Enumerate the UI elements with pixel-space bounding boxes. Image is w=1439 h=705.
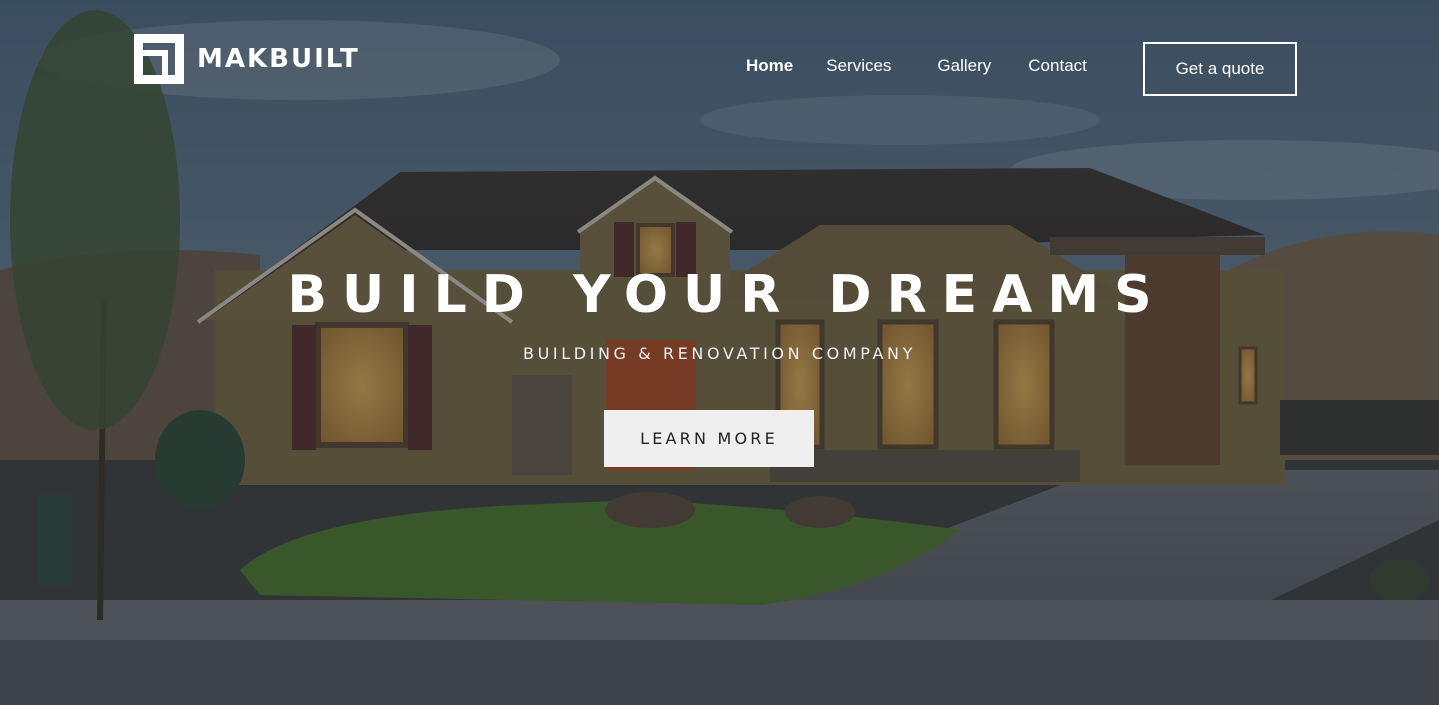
nav-home-link[interactable]: Home <box>746 56 793 76</box>
makbuilt-square-logo-icon <box>134 34 184 84</box>
hero-section: MAKBUILT Home Services Gallery Contact G… <box>0 0 1439 705</box>
get-quote-button[interactable]: Get a quote <box>1143 42 1297 96</box>
nav-services-link[interactable]: Services <box>826 56 891 76</box>
main-navigation: Home Services Gallery Contact <box>746 56 1087 76</box>
hero-headline: BUILD YOUR DREAMS <box>287 265 1167 325</box>
brand-logo[interactable]: MAKBUILT <box>134 34 360 84</box>
hero-subheadline: BUILDING & RENOVATION COMPANY <box>523 344 916 363</box>
brand-name: MAKBUILT <box>197 44 360 74</box>
nav-contact-link[interactable]: Contact <box>1028 56 1087 76</box>
learn-more-button[interactable]: LEARN MORE <box>604 410 814 467</box>
nav-gallery-link[interactable]: Gallery <box>937 56 991 76</box>
